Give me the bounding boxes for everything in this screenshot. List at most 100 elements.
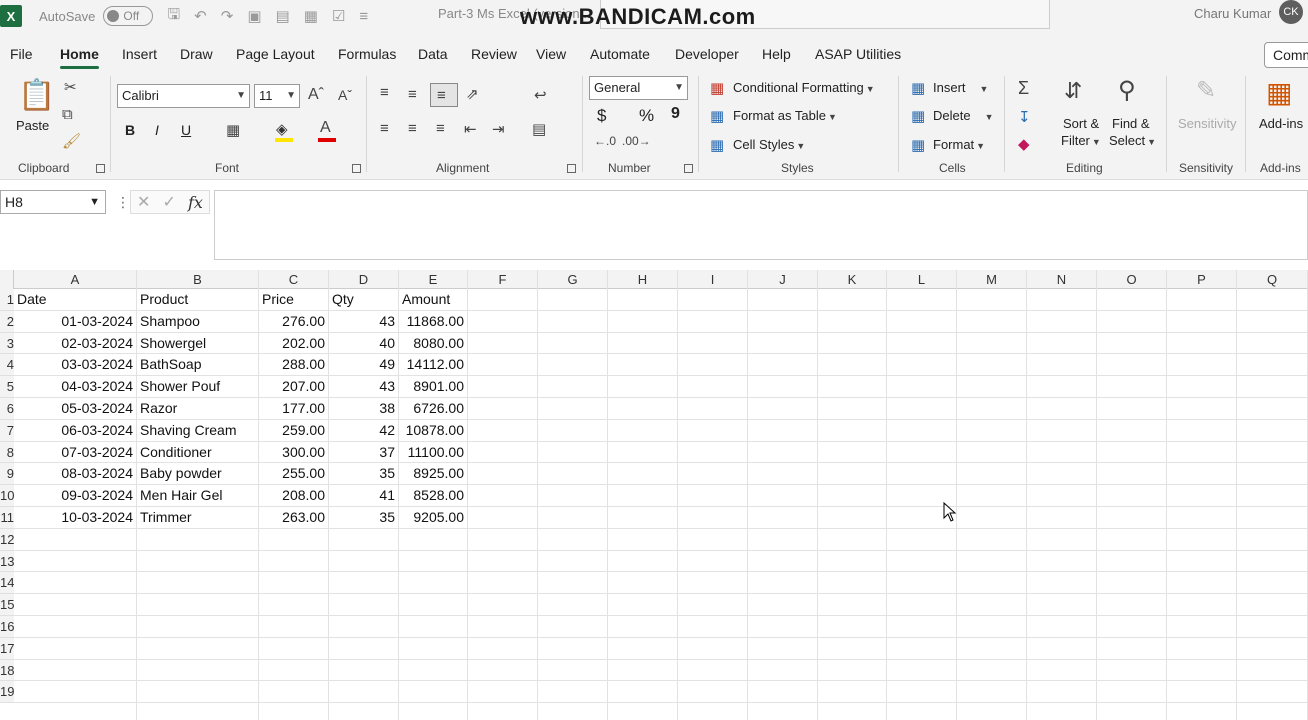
sensitivity-button[interactable]: Sensitivity [1178, 116, 1237, 131]
percent-button[interactable]: % [639, 106, 654, 126]
enter-icon[interactable]: ✓ [163, 192, 176, 212]
increase-font-icon[interactable]: Aˆ [308, 86, 324, 104]
find-select-line-1[interactable]: Find & [1112, 116, 1150, 131]
cell[interactable]: Product [137, 289, 258, 310]
row-header[interactable]: 19 [0, 681, 14, 704]
align-bottom-button[interactable]: ≡ [430, 83, 458, 107]
cell[interactable]: Date [14, 289, 136, 310]
column-header-g[interactable]: G [538, 270, 608, 289]
name-box[interactable]: H8 ▼ [0, 190, 106, 214]
checkbox-icon[interactable]: ☑ [332, 7, 345, 25]
cell[interactable]: 263.00 [259, 507, 328, 528]
cell[interactable]: 02-03-2024 [14, 333, 136, 354]
sort-filter-line-1[interactable]: Sort & [1063, 116, 1099, 131]
column-header-q[interactable]: Q [1237, 270, 1308, 289]
underline-button[interactable]: U [181, 122, 191, 138]
alignment-launcher-icon[interactable] [567, 164, 576, 173]
cell[interactable]: 259.00 [259, 420, 328, 441]
comments-button[interactable]: Comments [1264, 42, 1308, 68]
row-header[interactable]: 12 [0, 528, 14, 551]
tab-page-layout[interactable]: Page Layout [236, 46, 315, 62]
cell[interactable]: 202.00 [259, 333, 328, 354]
cell[interactable]: 43 [329, 311, 398, 332]
cell[interactable]: 40 [329, 333, 398, 354]
autosave-toggle[interactable]: Off [103, 6, 154, 26]
row-header[interactable]: 17 [0, 637, 14, 660]
cell[interactable]: 05-03-2024 [14, 398, 136, 419]
column-header-b[interactable]: B [137, 270, 259, 289]
cell[interactable]: 10878.00 [399, 420, 467, 441]
cell[interactable]: 288.00 [259, 354, 328, 375]
column-header-f[interactable]: F [468, 270, 538, 289]
column-header-n[interactable]: N [1027, 270, 1097, 289]
cut-icon[interactable]: ✂ [64, 78, 77, 96]
avatar[interactable]: CK [1279, 0, 1303, 24]
tab-draw[interactable]: Draw [180, 46, 213, 62]
cell[interactable]: 43 [329, 376, 398, 397]
cell[interactable]: 276.00 [259, 311, 328, 332]
customize-quick-access-icon[interactable]: ≡ [359, 8, 368, 25]
paste-icon[interactable]: 📋 [18, 78, 55, 113]
column-header-j[interactable]: J [748, 270, 818, 289]
decrease-indent-icon[interactable]: ⇤ [464, 120, 477, 138]
cell[interactable]: 207.00 [259, 376, 328, 397]
column-header-d[interactable]: D [329, 270, 399, 289]
cell[interactable]: 35 [329, 463, 398, 484]
tab-help[interactable]: Help [762, 46, 791, 62]
cell[interactable]: 208.00 [259, 485, 328, 506]
cell[interactable]: Baby powder [137, 463, 258, 484]
cell[interactable]: Amount [399, 289, 467, 310]
decrease-font-icon[interactable]: Aˇ [338, 87, 352, 103]
font-launcher-icon[interactable] [352, 164, 361, 173]
number-launcher-icon[interactable] [684, 164, 693, 173]
row-header[interactable]: 15 [0, 594, 14, 616]
align-left-icon[interactable]: ≡ [380, 120, 389, 137]
cell[interactable]: 10-03-2024 [14, 507, 136, 528]
cell[interactable]: Trimmer [137, 507, 258, 528]
tab-formulas[interactable]: Formulas [338, 46, 396, 62]
form-icon[interactable]: ▤ [276, 7, 290, 25]
cell[interactable]: 04-03-2024 [14, 376, 136, 397]
row-header[interactable]: 3 [0, 332, 14, 355]
cell[interactable]: 42 [329, 420, 398, 441]
format-painter-icon[interactable]: 🖌 [62, 132, 81, 150]
cell[interactable]: Shower Pouf [137, 376, 258, 397]
currency-button[interactable]: $ [597, 106, 606, 126]
cell[interactable]: 38 [329, 398, 398, 419]
cell[interactable]: 11868.00 [399, 311, 467, 332]
cell-styles-button[interactable]: Cell Styles ▼ [733, 137, 805, 152]
comma-style-button[interactable]: 9 [671, 105, 680, 123]
row-header[interactable]: 5 [0, 376, 14, 398]
tab-data[interactable]: Data [418, 46, 448, 62]
cell[interactable]: 49 [329, 354, 398, 375]
format-cells-button[interactable]: Format ▼ [933, 137, 985, 152]
wrap-text-icon[interactable]: ↩ [534, 86, 547, 104]
row-header[interactable]: 7 [0, 419, 14, 442]
conditional-formatting-button[interactable]: Conditional Formatting ▼ [733, 80, 875, 95]
formula-input[interactable] [214, 190, 1308, 260]
borders-icon[interactable]: ▦ [226, 121, 240, 139]
cell[interactable]: 8901.00 [399, 376, 467, 397]
align-right-icon[interactable]: ≡ [436, 120, 445, 137]
tab-developer[interactable]: Developer [675, 46, 739, 62]
merge-center-icon[interactable]: ▤ [532, 120, 546, 138]
column-header-a[interactable]: A [14, 270, 137, 289]
redo-icon[interactable]: ↷ [221, 7, 234, 25]
camera-icon[interactable]: ▣ [247, 7, 261, 25]
tab-automate[interactable]: Automate [590, 46, 650, 62]
cell[interactable]: BathSoap [137, 354, 258, 375]
row-header[interactable]: 13 [0, 550, 14, 573]
clear-icon[interactable]: ◆ [1018, 135, 1030, 153]
cell[interactable]: 14112.00 [399, 354, 467, 375]
row-header[interactable]: 16 [0, 616, 14, 638]
cancel-icon[interactable]: ✕ [137, 192, 150, 212]
cell[interactable]: 41 [329, 485, 398, 506]
worksheet-grid[interactable]: ABCDEFGHIJKLMNOPQ 1 2 3 4 5 6 7 8 9 10 11 12 13 14 15 1… [0, 270, 1308, 720]
font-color-icon[interactable]: A [320, 119, 331, 137]
row-header[interactable]: 6 [0, 398, 14, 420]
row-header[interactable]: 10 [0, 485, 14, 507]
format-as-table-button[interactable]: Format as Table ▼ [733, 108, 837, 123]
clipboard-launcher-icon[interactable] [96, 164, 105, 173]
cell[interactable]: 255.00 [259, 463, 328, 484]
cell[interactable]: 07-03-2024 [14, 442, 136, 463]
